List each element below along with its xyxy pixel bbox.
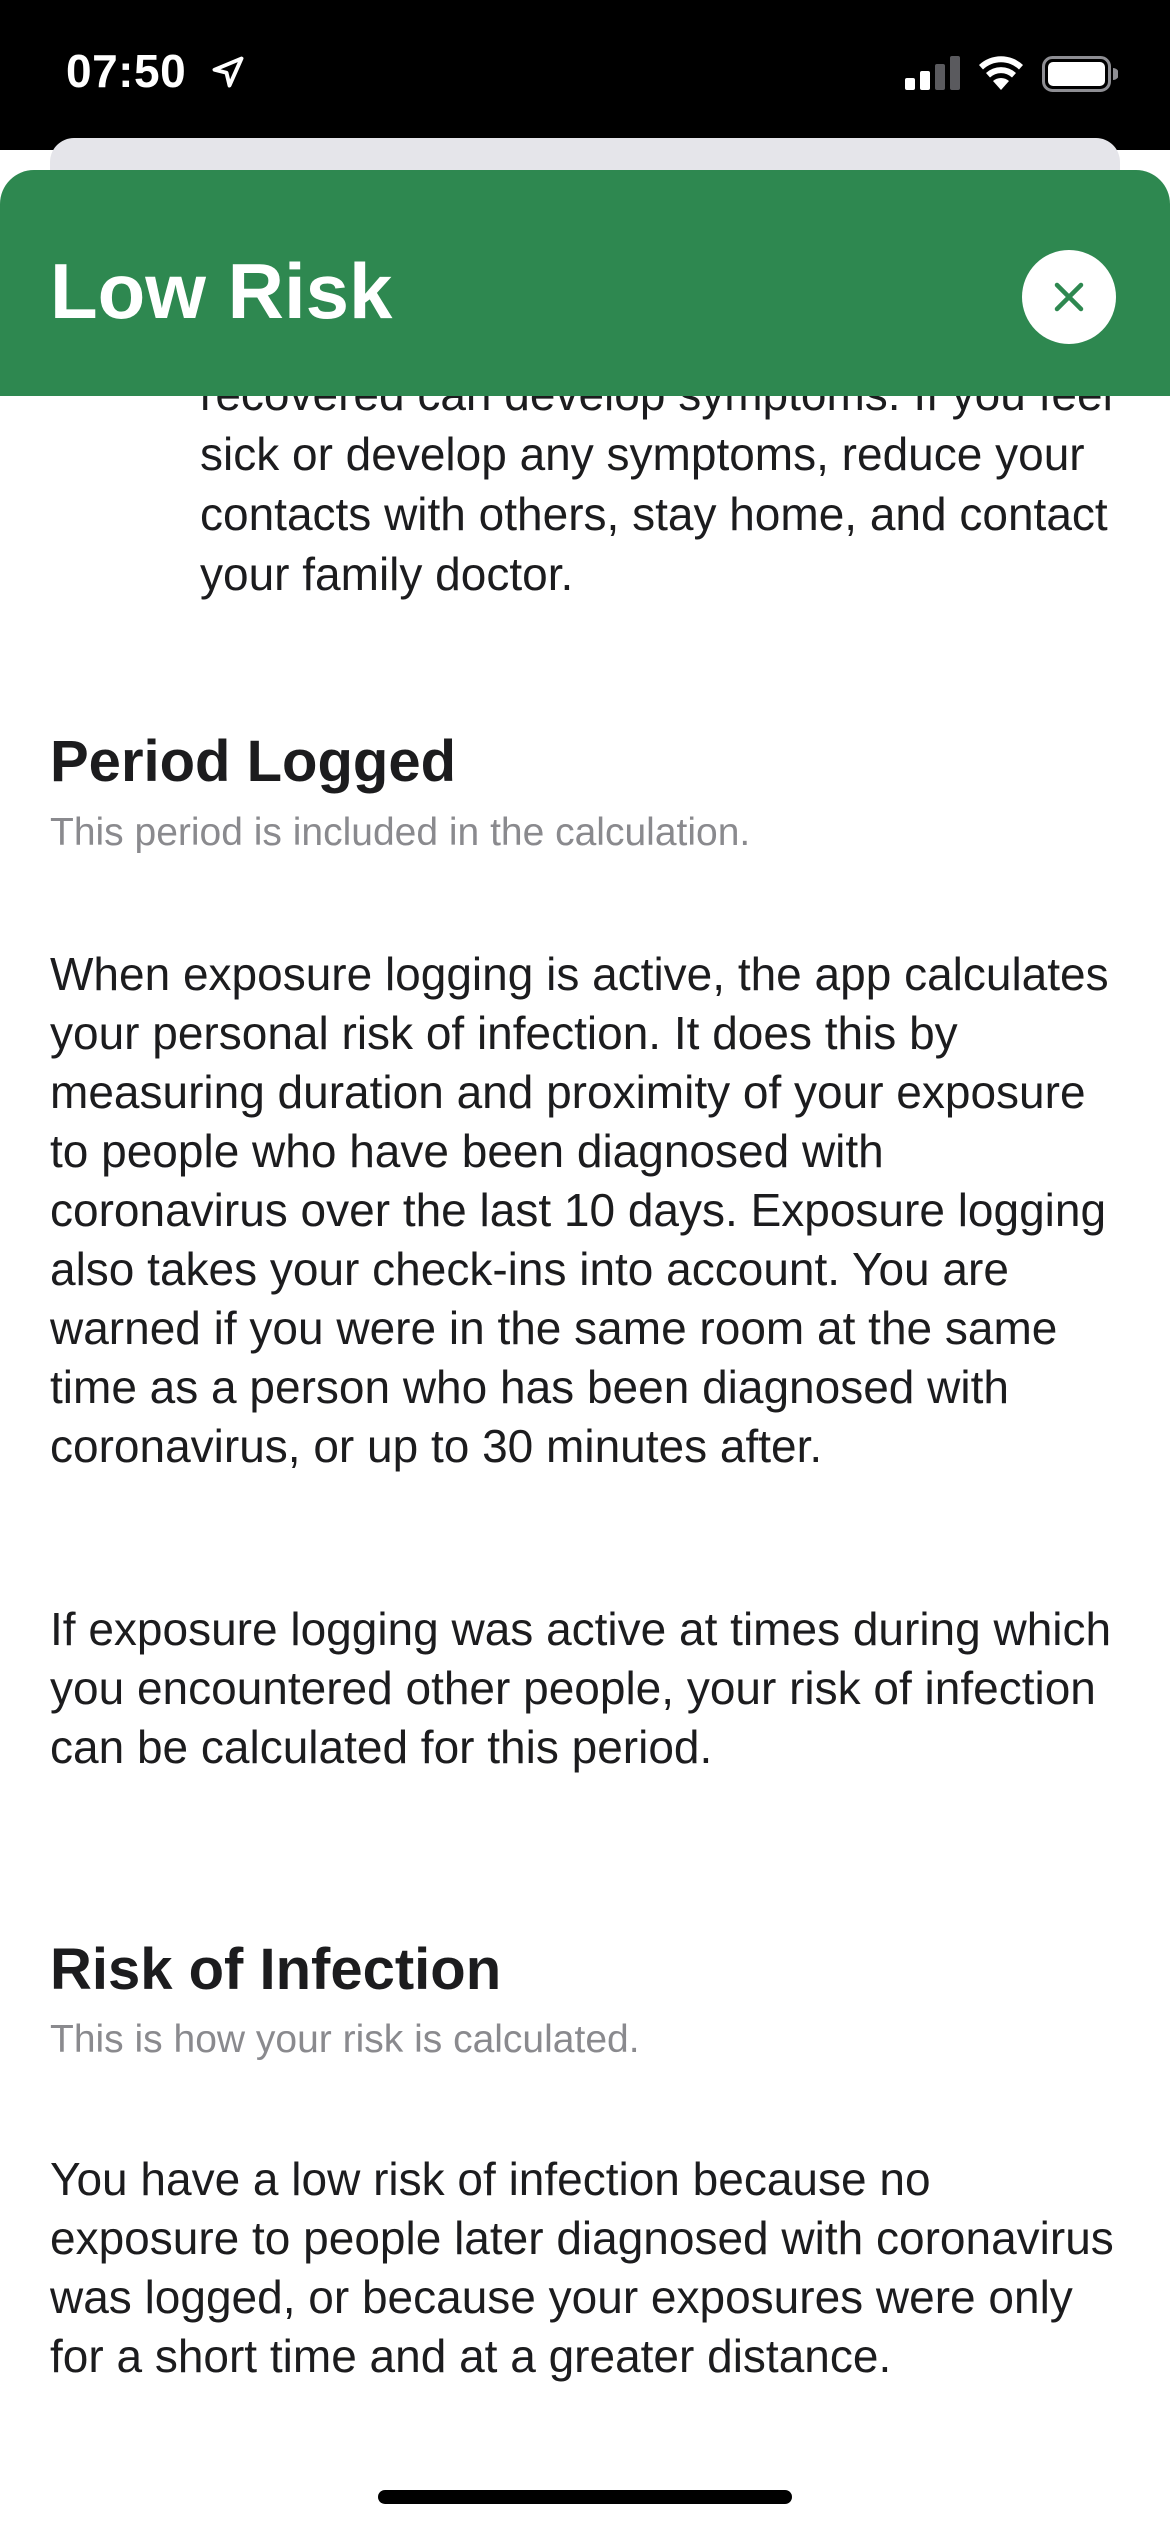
status-time: 07:50 [66, 45, 187, 97]
body-paragraph: If exposure logging was active at times … [50, 1603, 1112, 1773]
section-title-period-logged: Period Logged [50, 729, 456, 794]
section-title-risk-of-infection: Risk of Infection [50, 1937, 502, 2002]
page-title: Low Risk [50, 247, 393, 335]
location-arrow-icon [212, 56, 244, 88]
home-indicator [378, 2490, 792, 2504]
battery-icon [1042, 56, 1118, 92]
status-bar: 07:50 [0, 0, 1170, 150]
cellular-signal-icon [905, 56, 960, 90]
wifi-icon [979, 56, 1023, 90]
body-paragraph: When exposure logging is active, the app… [50, 948, 1109, 1472]
close-button[interactable] [1022, 250, 1116, 344]
close-icon [1054, 282, 1084, 312]
bullet-paragraph: recovered can develop symptoms. If you f… [200, 368, 1113, 600]
sheet-header: Low Risk [0, 170, 1170, 396]
section-subtitle-risk-of-infection: This is how your risk is calculated. [50, 2018, 640, 2061]
body-paragraph: You have a low risk of infection because… [50, 2153, 1114, 2382]
section-subtitle-period-logged: This period is included in the calculati… [50, 811, 751, 854]
